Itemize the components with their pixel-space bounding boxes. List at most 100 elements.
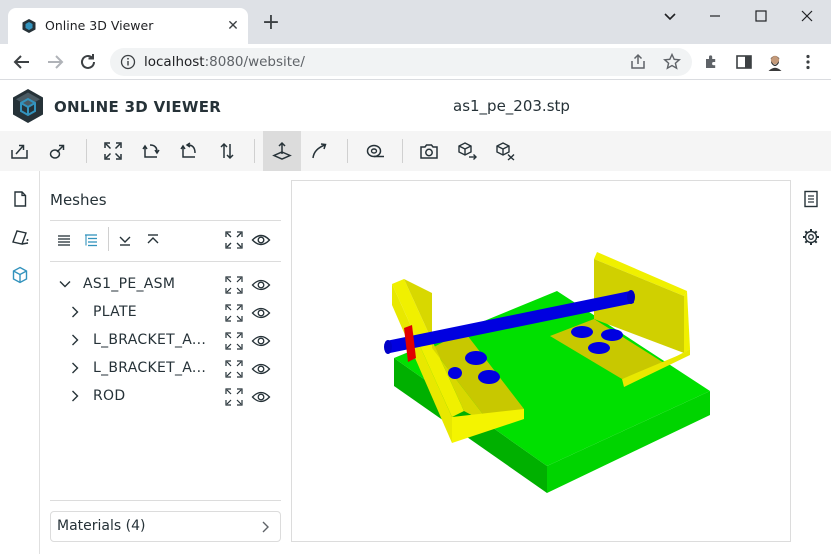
app-toolbar — [0, 131, 831, 171]
tree-node-root[interactable]: AS1_PE_ASM — [50, 271, 281, 299]
eye-icon — [251, 335, 271, 347]
collapse-all-button[interactable] — [142, 229, 164, 251]
chevron-right-icon[interactable] — [68, 305, 82, 319]
chevron-right-icon[interactable] — [68, 361, 82, 375]
tree-node-label: L_BRACKET_A... — [93, 332, 207, 348]
navigation-free-orbit-icon — [312, 143, 327, 159]
reload-icon[interactable] — [76, 50, 100, 74]
back-icon[interactable] — [10, 50, 34, 74]
panel-divider — [50, 220, 281, 221]
toggle-all-visibility-button[interactable] — [250, 229, 272, 251]
eye-icon — [251, 363, 271, 375]
maximize-icon[interactable] — [751, 6, 771, 26]
materials-label: Materials (4) — [57, 518, 146, 534]
export-button[interactable] — [448, 131, 486, 171]
profile-avatar-icon[interactable] — [765, 52, 785, 72]
fit-to-window-icon — [225, 388, 243, 406]
minimize-icon[interactable] — [705, 6, 725, 26]
back-hole — [588, 342, 610, 354]
fit-mesh-button[interactable] — [223, 302, 245, 324]
right-sidebar — [797, 171, 831, 554]
flat-list-icon — [58, 235, 70, 246]
browser-tab[interactable]: Online 3D Viewer ✕ — [8, 8, 248, 44]
details-panel-button[interactable] — [799, 187, 823, 211]
fit-all-meshes-button[interactable] — [223, 229, 245, 251]
fit-to-window-icon — [225, 304, 243, 322]
fit-mesh-button[interactable] — [223, 274, 245, 296]
3d-viewport[interactable] — [291, 180, 791, 542]
fit-mesh-button[interactable] — [223, 330, 245, 352]
fix-up-vector-button[interactable] — [208, 131, 246, 171]
forward-icon[interactable] — [43, 50, 67, 74]
fit-to-window-icon — [225, 276, 243, 294]
bookmark-star-icon[interactable] — [662, 52, 682, 72]
toggle-visibility-button[interactable] — [250, 358, 272, 380]
materials-tab-button[interactable] — [8, 225, 32, 249]
toggle-visibility-button[interactable] — [250, 386, 272, 408]
tree-node-rod[interactable]: ROD — [50, 383, 281, 411]
open-file-button[interactable] — [1, 131, 39, 171]
share-button[interactable] — [486, 131, 524, 171]
side-panel-icon[interactable] — [734, 52, 754, 72]
share-icon — [496, 142, 515, 161]
eye-icon — [251, 279, 271, 291]
fixed-up-navigation-button[interactable] — [263, 131, 301, 171]
extensions-icon[interactable] — [702, 52, 722, 72]
open-url-button[interactable] — [39, 131, 77, 171]
measure-button[interactable] — [356, 131, 394, 171]
toggle-visibility-button[interactable] — [250, 274, 272, 296]
settings-panel-button[interactable] — [799, 225, 823, 249]
toggle-visibility-button[interactable] — [250, 330, 272, 352]
tree-node-label: L_BRACKET_A... — [93, 360, 207, 376]
fit-to-window-icon — [225, 332, 243, 350]
snapshot-button[interactable] — [410, 131, 448, 171]
back-bracket-wall-edge — [684, 291, 690, 353]
panel-divider — [50, 261, 281, 262]
browser-tab-bar: Online 3D Viewer ✕ + — [0, 0, 831, 44]
set-up-vector-button[interactable] — [132, 131, 170, 171]
chevron-right-icon — [262, 521, 269, 533]
fit-to-window-button[interactable] — [94, 131, 132, 171]
meshes-tab-button[interactable] — [8, 263, 32, 287]
tree-view-icon — [85, 234, 97, 247]
materials-icon — [12, 230, 29, 245]
materials-section-button[interactable]: Materials (4) — [50, 511, 281, 542]
expand-all-icon — [119, 236, 131, 246]
free-orbit-navigation-button[interactable] — [301, 131, 339, 171]
snapshot-icon — [420, 144, 438, 159]
panel-divider — [50, 500, 281, 501]
flip-up-vector-button[interactable] — [170, 131, 208, 171]
tree-node-label: AS1_PE_ASM — [83, 276, 176, 292]
chevron-down-icon[interactable] — [58, 277, 72, 291]
fit-mesh-button[interactable] — [223, 386, 245, 408]
tree-node-label: ROD — [93, 388, 126, 404]
toolbar-separator — [402, 139, 403, 163]
tree-node-l-bracket-1[interactable]: L_BRACKET_A... — [50, 327, 281, 355]
toggle-visibility-button[interactable] — [250, 302, 272, 324]
address-bar[interactable]: localhost:8080/website/ — [110, 48, 692, 76]
navigation-fixed-up-icon — [272, 141, 292, 160]
file-details-button[interactable] — [8, 187, 32, 211]
chevron-right-icon[interactable] — [68, 389, 82, 403]
new-tab-icon[interactable]: + — [260, 12, 282, 35]
more-menu-icon[interactable] — [798, 52, 818, 72]
app-title: ONLINE 3D VIEWER — [54, 98, 222, 116]
model-render — [384, 252, 710, 493]
flat-list-button[interactable] — [53, 229, 75, 251]
site-info-icon[interactable] — [120, 54, 136, 70]
eye-icon — [251, 391, 271, 403]
tree-node-plate[interactable]: PLATE — [50, 299, 281, 327]
chevron-down-icon[interactable] — [660, 6, 680, 26]
close-window-icon[interactable] — [797, 6, 817, 26]
expand-all-button[interactable] — [114, 229, 136, 251]
panel-toolbar-separator — [108, 227, 109, 251]
export-icon — [458, 142, 477, 160]
chevron-right-icon[interactable] — [68, 333, 82, 347]
fix-up-vector-icon — [220, 142, 234, 160]
tree-view-button[interactable] — [80, 229, 102, 251]
tree-node-l-bracket-2[interactable]: L_BRACKET_A... — [50, 355, 281, 383]
share-page-icon[interactable] — [628, 52, 648, 72]
tab-close-icon[interactable]: ✕ — [224, 17, 242, 35]
fit-mesh-button[interactable] — [223, 358, 245, 380]
eye-icon — [251, 234, 271, 246]
